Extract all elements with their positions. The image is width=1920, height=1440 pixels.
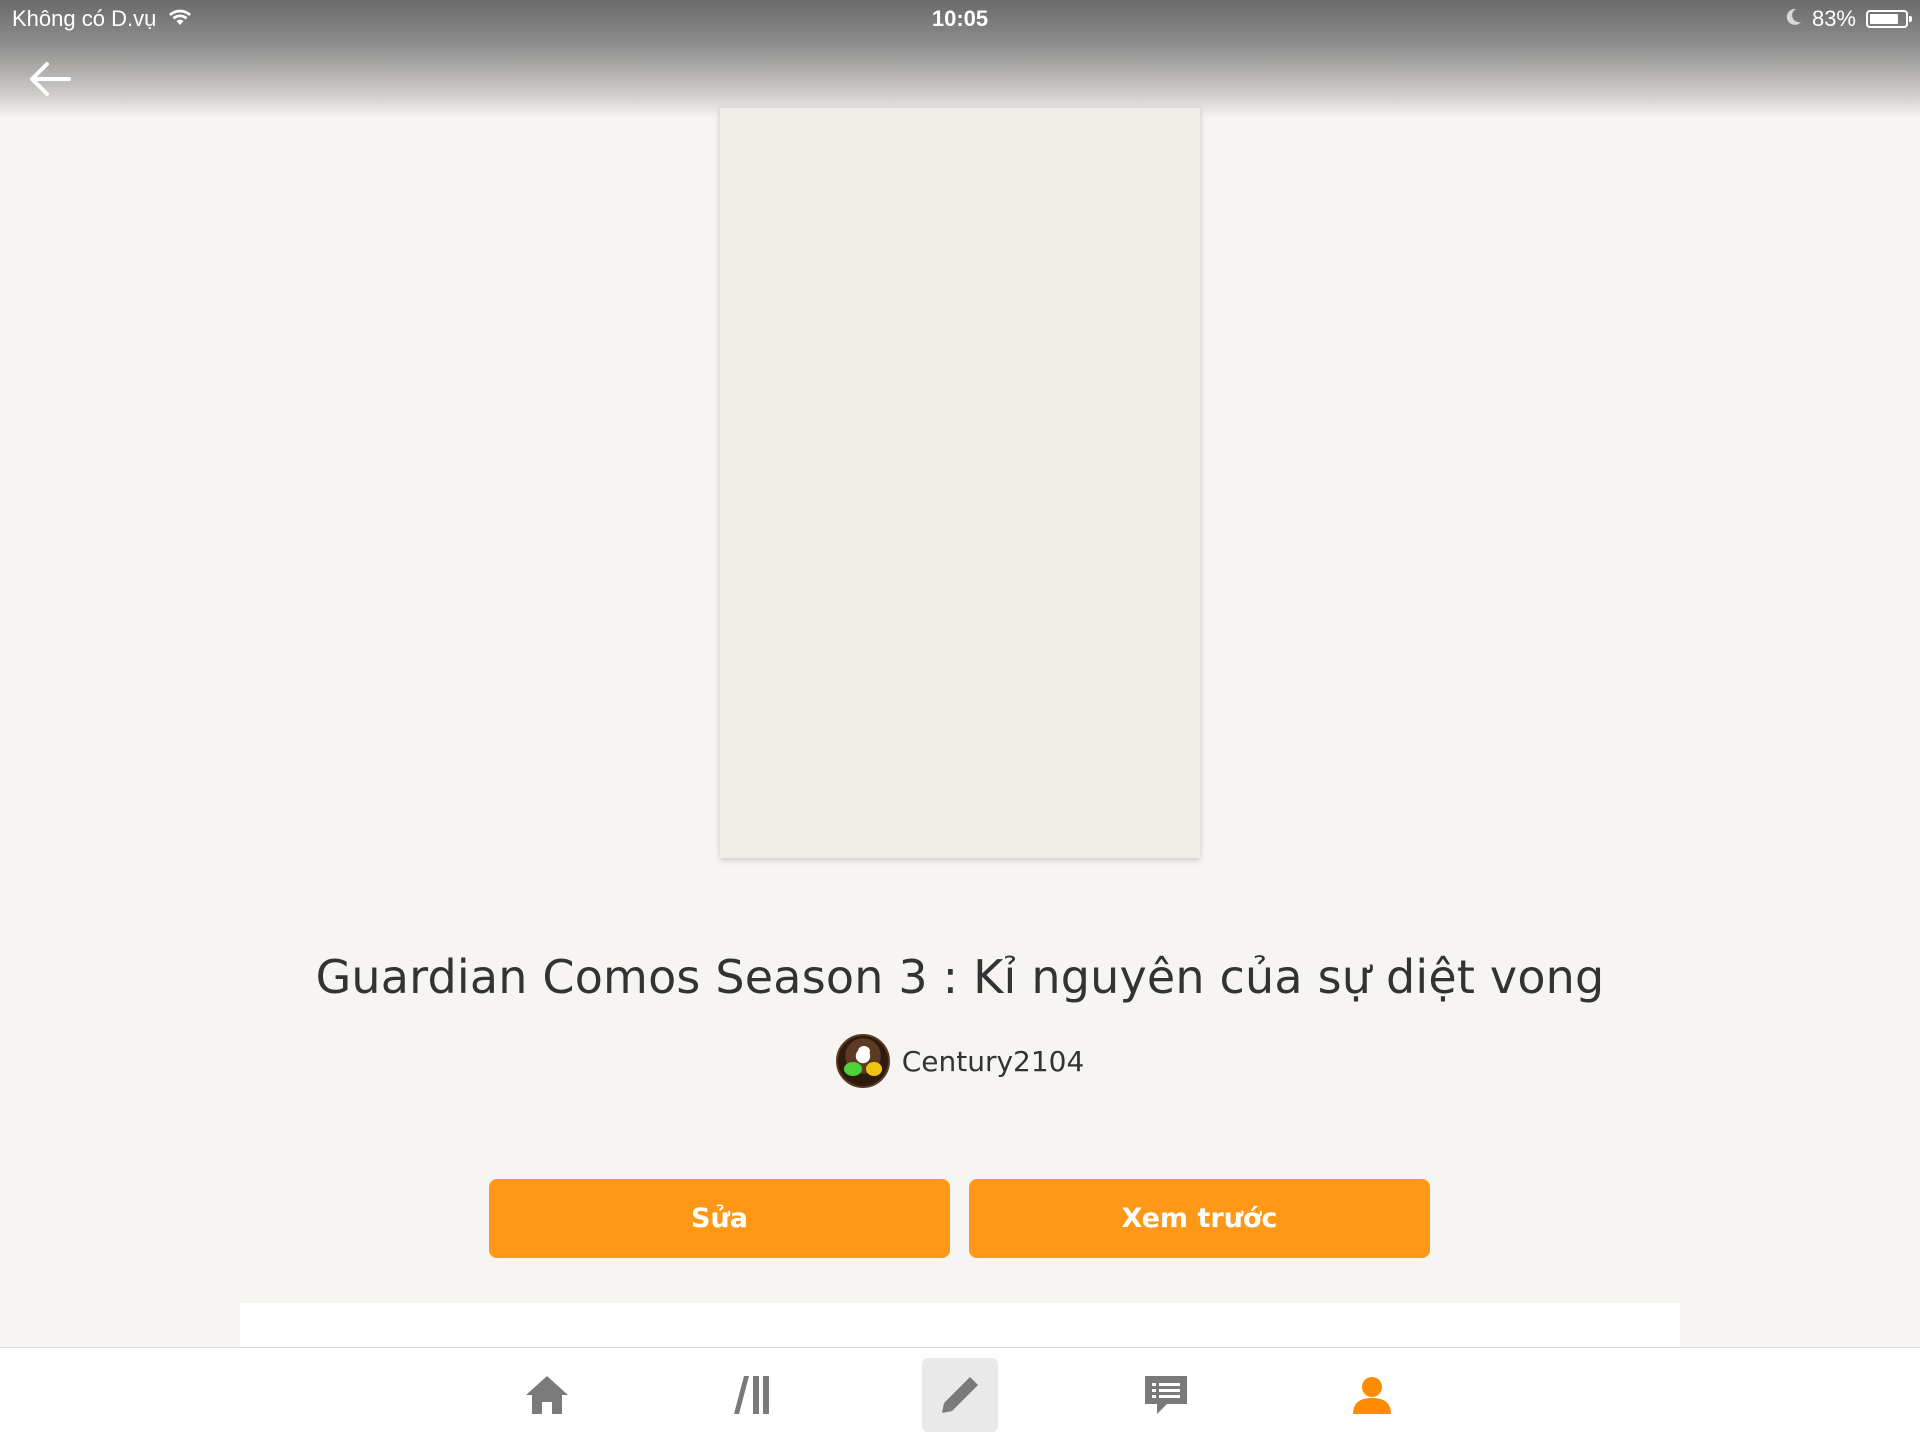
library-icon xyxy=(734,1376,769,1414)
story-title: Guardian Comos Season 3 : Kỉ nguyên của … xyxy=(315,950,1605,1004)
home-icon xyxy=(526,1376,568,1414)
status-right: 83% xyxy=(1786,6,1912,32)
battery-percent: 83% xyxy=(1811,6,1856,31)
tab-messages[interactable] xyxy=(1128,1358,1204,1432)
tab-library[interactable] xyxy=(716,1358,792,1432)
moon-icon xyxy=(1786,6,1802,32)
story-cover-placeholder xyxy=(720,108,1200,858)
avatar-detail xyxy=(843,1062,862,1076)
battery-fill xyxy=(1870,14,1898,24)
status-bar: Không có D.vụ 10:05 83% xyxy=(0,0,1920,40)
story-details-screen: Không có D.vụ 10:05 83% Guardian Comos S… xyxy=(0,0,1920,1440)
tab-write[interactable] xyxy=(922,1358,998,1432)
profile-icon xyxy=(1353,1377,1391,1414)
author-name[interactable]: Century2104 xyxy=(902,1045,1085,1078)
back-arrow-icon xyxy=(30,62,71,96)
avatar-detail xyxy=(857,1046,870,1056)
battery-tip xyxy=(1909,16,1912,22)
edit-button[interactable]: Sửa xyxy=(489,1179,950,1258)
avatar-detail xyxy=(865,1062,882,1076)
avatar[interactable] xyxy=(835,1034,890,1088)
preview-button[interactable]: Xem trước xyxy=(969,1179,1430,1258)
battery-icon xyxy=(1866,10,1912,28)
bottom-tab-bar xyxy=(0,1347,1920,1440)
back-button[interactable] xyxy=(22,54,78,104)
tab-home[interactable] xyxy=(509,1358,585,1432)
tab-profile[interactable] xyxy=(1334,1358,1410,1432)
pencil-icon xyxy=(942,1377,978,1413)
content-panel xyxy=(240,1303,1680,1353)
status-time: 10:05 xyxy=(931,6,989,31)
author-row[interactable]: Century2104 xyxy=(0,1034,1920,1088)
chat-icon xyxy=(1145,1376,1187,1414)
